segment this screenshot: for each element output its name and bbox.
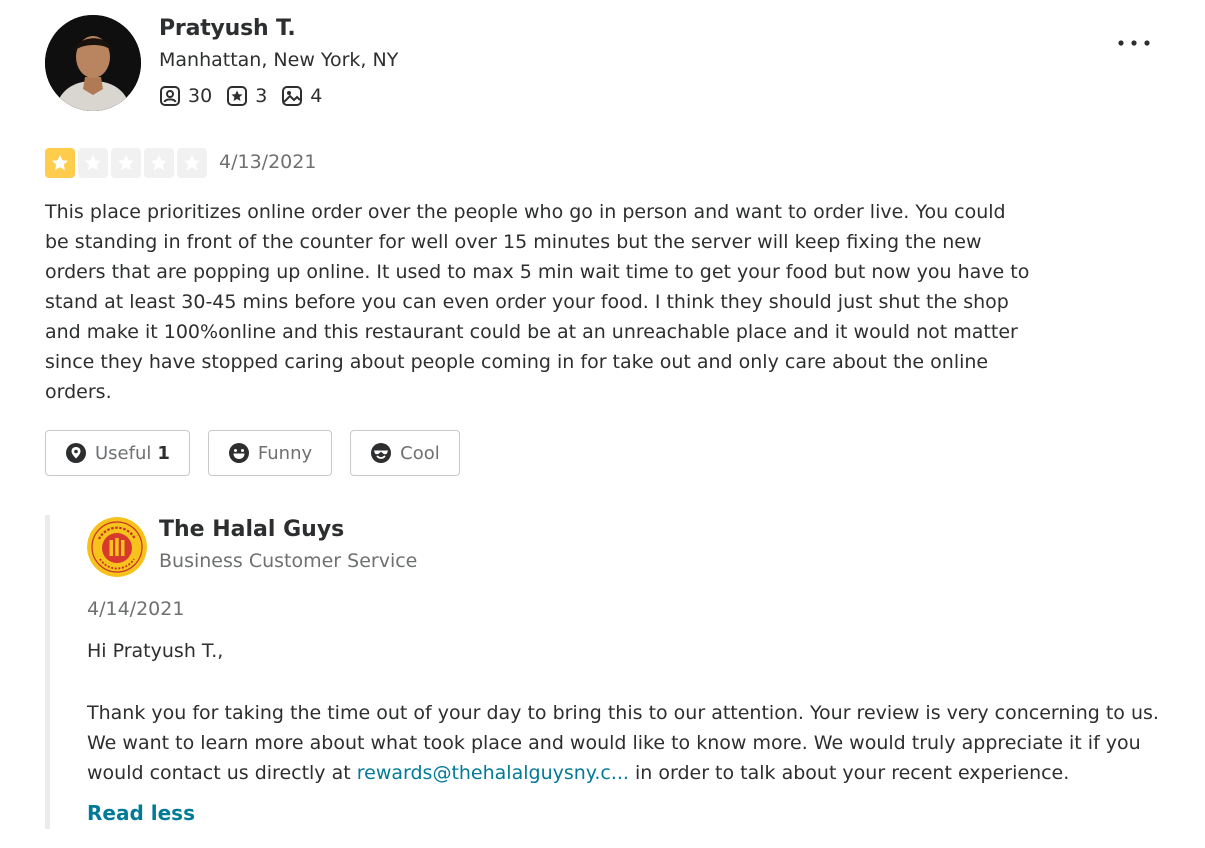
read-less-link[interactable]: Read less [87, 801, 195, 825]
review-star-icon [227, 86, 248, 106]
star-icon [78, 148, 108, 178]
useful-icon [66, 443, 86, 463]
business-role: Business Customer Service [159, 550, 418, 572]
useful-count: 1 [157, 442, 170, 464]
star-rating [45, 148, 210, 178]
user-avatar[interactable] [45, 15, 141, 111]
reply-body: Thank you for taking the time out of you… [87, 698, 1177, 788]
reviews-count: 3 [255, 85, 268, 107]
reviewer-location: Manhattan, New York, NY [159, 49, 399, 71]
cool-label: Cool [400, 442, 440, 464]
reviews-stat: 3 [226, 85, 267, 107]
star-icon [144, 148, 174, 178]
friends-icon [160, 86, 180, 106]
reply-text-end: in order to talk about your recent exper… [628, 762, 1070, 784]
review-date: 4/13/2021 [219, 151, 317, 173]
photos-stat: 4 [281, 85, 322, 107]
funny-button[interactable]: Funny [207, 430, 333, 476]
review-text: This place prioritizes online order over… [45, 201, 1030, 403]
funny-label: Funny [257, 442, 313, 464]
reply-date: 4/14/2021 [87, 598, 185, 620]
friends-count: 30 [188, 85, 213, 107]
star-icon [177, 148, 207, 178]
business-logo[interactable] [87, 517, 147, 577]
reply-greeting: Hi Pratyush T., [87, 640, 224, 662]
reviewer-name[interactable]: Pratyush T. [159, 16, 296, 41]
funny-icon [228, 443, 249, 463]
cool-button[interactable]: Cool [350, 430, 460, 476]
reply-email-link[interactable]: rewards@thehalalguysny.c... [357, 762, 629, 784]
star-icon [45, 148, 75, 178]
useful-button[interactable]: Useful 1 [45, 430, 190, 476]
cool-icon [371, 443, 392, 463]
business-name: The Halal Guys [159, 517, 345, 542]
friends-stat: 30 [159, 85, 212, 107]
photo-icon [282, 86, 303, 106]
more-options-icon [1118, 40, 1150, 46]
more-options-button[interactable] [1112, 28, 1156, 58]
reviewer-stats: 30 3 4 [159, 85, 336, 107]
photos-count: 4 [310, 85, 323, 107]
useful-label: Useful [95, 442, 152, 464]
reply-divider [45, 515, 50, 829]
reaction-buttons: Useful 1 Funny Cool [45, 430, 478, 476]
star-icon [111, 148, 141, 178]
